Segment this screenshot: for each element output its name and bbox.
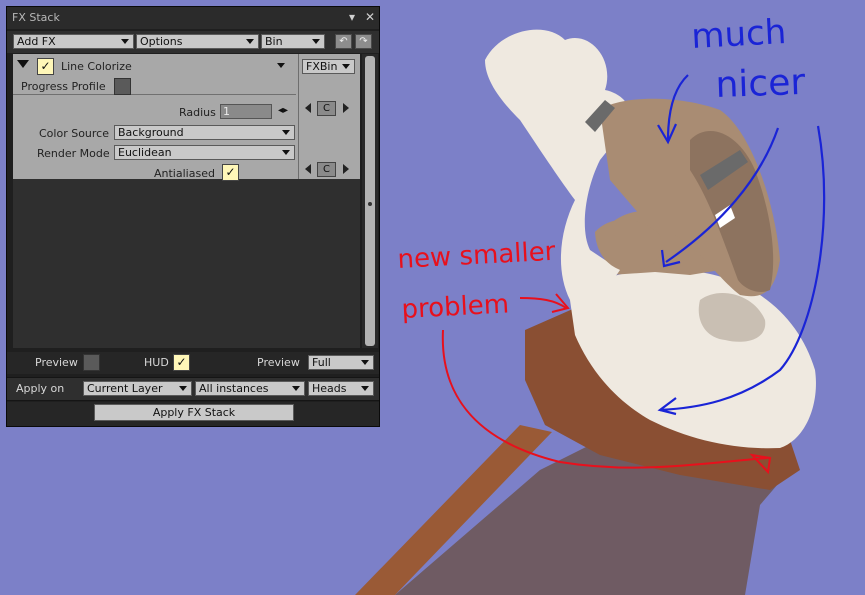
fx-header: ✓ Line Colorize Progress Profile: [13, 54, 296, 95]
apply-on-bar: Apply on Current Layer All instances Hea…: [7, 377, 379, 401]
scrollbar-grip-icon: [368, 202, 372, 206]
radius-label: Radius: [179, 106, 216, 119]
apply-bar: Apply FX Stack: [7, 402, 379, 426]
color-source-label: Color Source: [39, 127, 109, 140]
keyframe-next-icon[interactable]: [343, 164, 349, 174]
render-mode-label: Render Mode: [37, 147, 110, 160]
antialiased-c-button[interactable]: C: [317, 162, 336, 177]
progress-profile-label: Progress Profile: [21, 80, 106, 93]
apply-layer-dropdown[interactable]: Current Layer: [83, 381, 192, 396]
fx-list-area: ✓ Line Colorize Progress Profile FXBin C…: [13, 54, 360, 348]
antialiased-checkbox[interactable]: ✓: [222, 164, 239, 181]
fx-list-scrollbar[interactable]: [362, 54, 378, 348]
keyframe-prev-icon[interactable]: [305, 103, 311, 113]
chevron-down-icon: [361, 386, 369, 391]
chevron-down-icon: [361, 360, 369, 365]
chevron-down-icon: [282, 150, 290, 155]
bin-label: Bin: [265, 35, 283, 48]
annotation-new-smaller: new smaller: [397, 237, 557, 275]
render-mode-value: Euclidean: [118, 146, 172, 159]
add-fx-label: Add FX: [17, 35, 56, 48]
hud-label: HUD: [144, 356, 169, 369]
triangle-down-icon[interactable]: ▾: [349, 9, 355, 25]
close-icon[interactable]: ✕: [365, 9, 375, 25]
apply-heads-value: Heads: [312, 382, 347, 395]
bin-dropdown[interactable]: Bin: [261, 34, 325, 49]
fx-name: Line Colorize: [61, 60, 132, 73]
color-source-value: Background: [118, 126, 184, 139]
options-dropdown[interactable]: Options: [136, 34, 259, 49]
radius-c-button[interactable]: C: [317, 101, 336, 116]
chevron-down-icon: [312, 39, 320, 44]
preview-checkbox[interactable]: [83, 354, 100, 371]
drag-arrows-icon[interactable]: ◂▸: [278, 105, 288, 116]
keyframe-prev-icon[interactable]: [305, 164, 311, 174]
color-source-dropdown[interactable]: Background: [114, 125, 295, 140]
chevron-down-icon: [121, 39, 129, 44]
chevron-down-icon: [282, 130, 290, 135]
preview-mode-label: Preview: [257, 356, 300, 369]
fxbin-label: FXBin: [306, 60, 338, 73]
fx-right-column: FXBin C C: [298, 54, 360, 179]
fx-stack-panel: FX Stack ▾ ✕ Add FX Options Bin ↶ ↷ ✓ Li…: [6, 6, 380, 427]
fx-enabled-checkbox[interactable]: ✓: [37, 58, 54, 75]
keyframe-next-icon[interactable]: [343, 103, 349, 113]
preview-label: Preview: [35, 356, 78, 369]
chevron-down-icon: [179, 386, 187, 391]
triangle-down-icon[interactable]: [17, 60, 29, 68]
add-fx-dropdown[interactable]: Add FX: [13, 34, 134, 49]
undo-icon[interactable]: ↶: [335, 34, 352, 49]
annotation-problem: problem: [401, 289, 510, 325]
annotation-nicer: nicer: [715, 62, 806, 106]
preview-mode-dropdown[interactable]: Full: [308, 355, 374, 370]
panel-toolbar: Add FX Options Bin ↶ ↷: [7, 31, 379, 53]
apply-fx-stack-button[interactable]: Apply FX Stack: [94, 404, 294, 421]
fxbin-dropdown[interactable]: FXBin: [302, 59, 355, 74]
progress-profile-checkbox[interactable]: [114, 78, 131, 95]
radius-field[interactable]: 1: [220, 104, 272, 119]
fx-item-line-colorize: ✓ Line Colorize Progress Profile FXBin C…: [13, 54, 360, 181]
redo-icon[interactable]: ↷: [355, 34, 372, 49]
render-mode-dropdown[interactable]: Euclidean: [114, 145, 295, 160]
options-label: Options: [140, 35, 183, 48]
apply-instances-value: All instances: [199, 382, 269, 395]
chevron-down-icon[interactable]: [277, 63, 285, 68]
preview-mode-value: Full: [312, 356, 331, 369]
scrollbar-thumb[interactable]: [365, 56, 375, 346]
antialiased-label: Antialiased: [154, 167, 215, 180]
preview-bar: Preview HUD ✓ Preview Full: [7, 352, 379, 374]
apply-heads-dropdown[interactable]: Heads: [308, 381, 374, 396]
chevron-down-icon: [342, 64, 350, 69]
panel-title: FX Stack: [12, 11, 60, 24]
hud-checkbox[interactable]: ✓: [173, 354, 190, 371]
annotation-arrow-red-1: [519, 297, 567, 309]
chevron-down-icon: [246, 39, 254, 44]
annotation-much: much: [690, 12, 787, 57]
apply-on-label: Apply on: [16, 382, 65, 395]
panel-titlebar[interactable]: FX Stack ▾ ✕: [7, 7, 379, 29]
chevron-down-icon: [292, 386, 300, 391]
apply-instances-dropdown[interactable]: All instances: [195, 381, 305, 396]
apply-layer-value: Current Layer: [87, 382, 163, 395]
